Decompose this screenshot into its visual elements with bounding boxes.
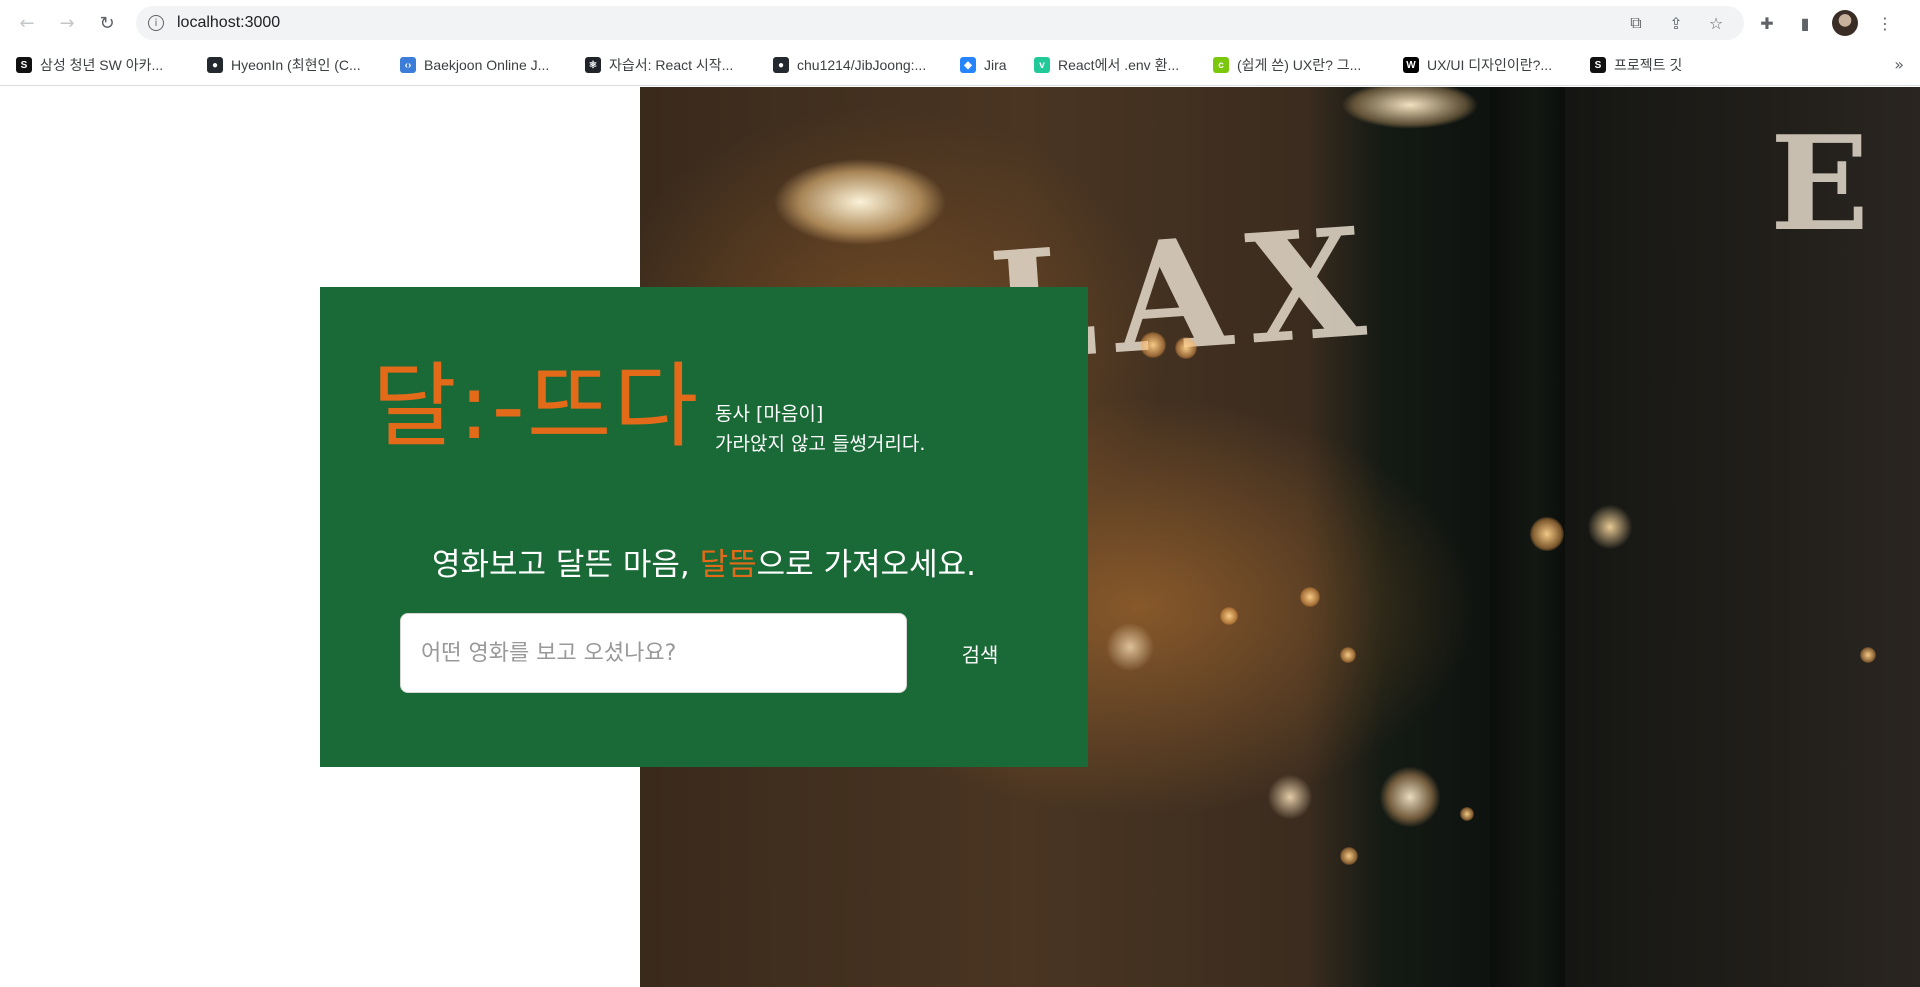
address-bar[interactable]: i localhost:3000 ⧉ ⇪ ☆ bbox=[136, 6, 1744, 40]
menu-kebab-icon[interactable]: ⋮ bbox=[1874, 12, 1896, 34]
bookmark-item[interactable]: ‹› Baekjoon Online J... bbox=[400, 54, 549, 76]
back-arrow-icon[interactable]: ← bbox=[14, 10, 40, 36]
url-text[interactable]: localhost:3000 bbox=[177, 14, 280, 32]
c-logo-icon: c bbox=[1213, 57, 1229, 73]
bookmark-item[interactable]: ● HyeonIn (최현인 (C... bbox=[207, 54, 361, 76]
tagline-prefix: 영화보고 달뜬 마음, bbox=[432, 547, 700, 583]
browser-toolbar: ← → ↻ i localhost:3000 ⧉ ⇪ ☆ ✚ ▮ ⋮ bbox=[0, 0, 1920, 46]
bookmark-star-icon[interactable]: ☆ bbox=[1706, 13, 1726, 33]
forward-arrow-icon[interactable]: → bbox=[54, 10, 80, 36]
tagline-suffix: 으로 가져오세요. bbox=[756, 547, 976, 583]
side-panel-icon[interactable]: ▮ bbox=[1794, 12, 1816, 34]
velog-icon: v bbox=[1034, 57, 1050, 73]
intro-card: 달:-뜨다 동사 [마음이] 가라앉지 않고 들썽거리다. 영화보고 달뜬 마음… bbox=[320, 287, 1088, 767]
github-icon: ● bbox=[773, 57, 789, 73]
bookmark-label: 자습서: React 시작... bbox=[609, 57, 734, 73]
bookmark-label: UX/UI 디자인이란?... bbox=[1427, 57, 1553, 73]
bookmark-item[interactable]: c (쉽게 쓴) UX란? 그... bbox=[1213, 54, 1361, 76]
bookmarks-bar: » S 삼성 청년 SW 아카... ● HyeonIn (최현인 (C... ‹› Ba… bbox=[0, 46, 1920, 86]
bokeh-light bbox=[1300, 587, 1320, 607]
definition-line-2: 가라앉지 않고 들썽거리다. bbox=[715, 433, 926, 455]
jira-icon: ◆ bbox=[960, 57, 976, 73]
bookmark-item[interactable]: ⚛ 자습서: React 시작... bbox=[585, 54, 733, 76]
bookmark-label: Baekjoon Online J... bbox=[424, 57, 550, 73]
bokeh-light bbox=[1175, 337, 1197, 359]
extensions-icon[interactable]: ✚ bbox=[1756, 12, 1778, 34]
translate-icon[interactable]: ⧉ bbox=[1626, 13, 1646, 33]
ssafy-icon: S bbox=[1590, 57, 1606, 73]
bokeh-light bbox=[1860, 647, 1876, 663]
word-definition: 동사 [마음이] 가라앉지 않고 들썽거리다. bbox=[715, 399, 925, 459]
tagline-accent: 달뜸 bbox=[699, 547, 757, 583]
bookmark-item[interactable]: v React에서 .env 환... bbox=[1034, 54, 1179, 76]
bookmark-item[interactable]: S 프로젝트 깃 bbox=[1590, 54, 1682, 76]
bookmark-item[interactable]: S 삼성 청년 SW 아카... bbox=[16, 54, 163, 76]
bookmark-label: (쉽게 쓴) UX란? 그... bbox=[1237, 57, 1362, 73]
bookmark-label: chu1214/JibJoong:... bbox=[797, 57, 927, 73]
bookmark-label: React에서 .env 환... bbox=[1058, 57, 1180, 73]
react-icon: ⚛ bbox=[585, 57, 601, 73]
search-button[interactable]: 검색 bbox=[920, 627, 1040, 679]
github-icon: ● bbox=[207, 57, 223, 73]
bokeh-light bbox=[1460, 807, 1474, 821]
bookmark-label: 프로젝트 깃 bbox=[1614, 57, 1683, 73]
bookmark-item[interactable]: ◆ Jira bbox=[960, 54, 1007, 76]
share-icon[interactable]: ⇪ bbox=[1666, 13, 1686, 33]
bokeh-light bbox=[1340, 847, 1358, 865]
movie-search-input[interactable] bbox=[400, 613, 907, 693]
bokeh-light bbox=[1530, 517, 1564, 551]
wix-icon: W bbox=[1403, 57, 1419, 73]
page-content: LAX E 달:-뜨다 동사 [마음이] 가라앉지 않고 들썽거리다. 영화보고… bbox=[0, 87, 1920, 987]
bookmark-label: Jira bbox=[984, 57, 1007, 73]
bookmark-item[interactable]: W UX/UI 디자인이란?... bbox=[1403, 54, 1552, 76]
tagline: 영화보고 달뜬 마음, 달뜸으로 가져오세요. bbox=[320, 539, 1088, 584]
profile-avatar[interactable] bbox=[1832, 10, 1858, 36]
bokeh-light bbox=[1220, 607, 1238, 625]
definition-line-1: 동사 [마음이] bbox=[715, 403, 824, 425]
site-info-icon[interactable]: i bbox=[148, 15, 164, 31]
bookmark-label: 삼성 청년 SW 아카... bbox=[40, 57, 164, 73]
bokeh-light bbox=[1340, 647, 1356, 663]
ssafy-icon: S bbox=[16, 57, 32, 73]
bookmark-label: HyeonIn (최현인 (C... bbox=[231, 57, 361, 73]
more-bookmarks-icon[interactable]: » bbox=[1894, 55, 1904, 74]
reload-icon[interactable]: ↻ bbox=[94, 10, 120, 36]
sign-letter: E bbox=[1770, 107, 1888, 260]
brand-logo: 달:-뜨다 bbox=[372, 353, 701, 460]
bokeh-light bbox=[1140, 332, 1166, 358]
code-icon: ‹› bbox=[400, 57, 416, 73]
bookmark-item[interactable]: ● chu1214/JibJoong:... bbox=[773, 54, 926, 76]
